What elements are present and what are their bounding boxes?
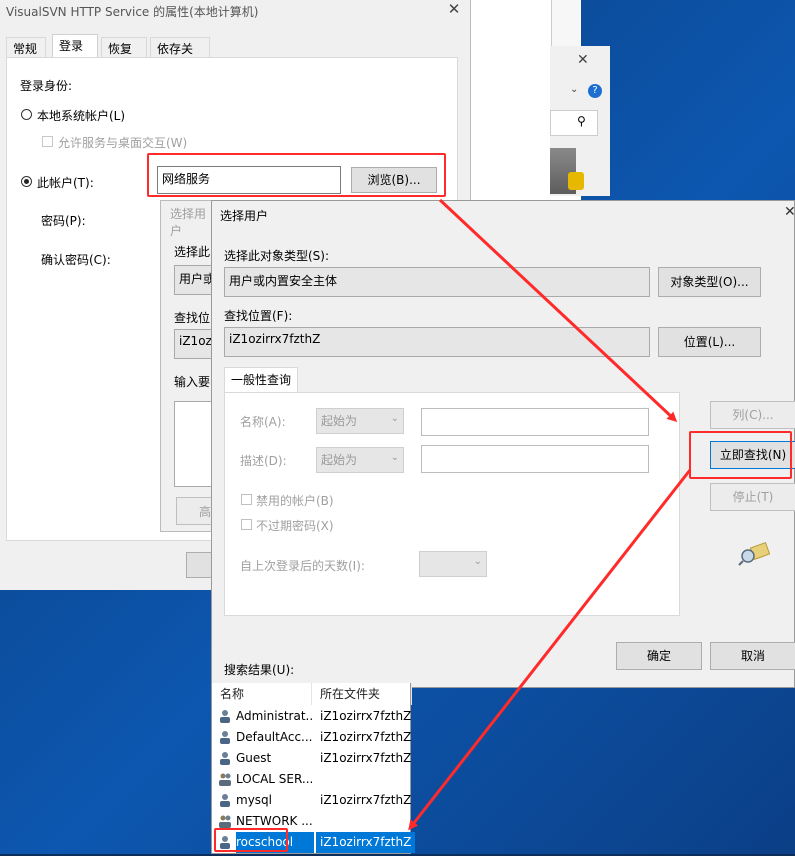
arrow-to-result [408,469,692,831]
annotation-arrows [408,198,692,831]
arrow-to-find-now [438,198,678,423]
